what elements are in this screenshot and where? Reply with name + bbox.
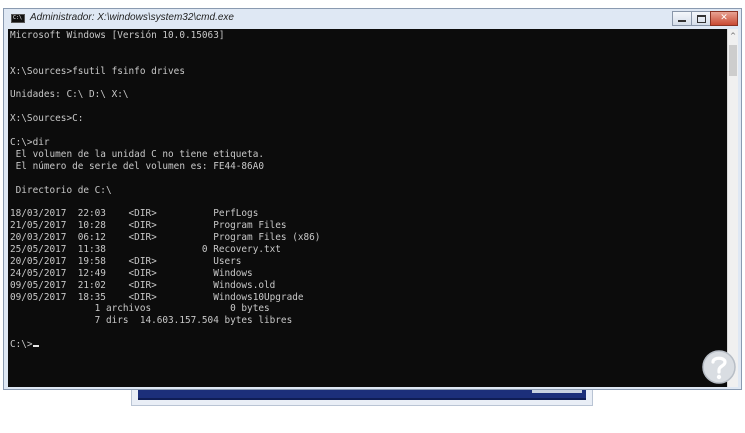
console-line: Microsoft Windows [Versión 10.0.15063] [10, 30, 225, 41]
console-line: 24/05/2017 12:49 <DIR> Windows [10, 267, 253, 279]
window-controls: ✕ [672, 11, 738, 26]
desktop: C:\ Administrador: X:\windows\system32\c… [0, 0, 745, 433]
text-cursor [32, 345, 39, 348]
console-line: El número de serie del volumen es: FE44-… [10, 160, 264, 172]
console-line: 20/03/2017 06:12 <DIR> Program Files (x8… [10, 232, 321, 244]
vertical-scrollbar[interactable]: ^ [727, 29, 738, 387]
window-title: Administrador: X:\windows\system32\cmd.e… [30, 12, 234, 23]
console-line: C:\>dir [10, 137, 50, 149]
watermark-logo-icon [702, 350, 736, 384]
minimize-icon [678, 20, 686, 22]
console-line: X:\Sources>C: [10, 113, 84, 125]
close-button[interactable]: ✕ [710, 11, 738, 26]
console-line: Directorio de C:\ [10, 184, 112, 196]
console-line: 09/05/2017 18:35 <DIR> Windows10Upgrade [10, 291, 304, 303]
console-line: 7 dirs 14.603.157.504 bytes libres [10, 315, 293, 327]
console-line: C:\> [10, 339, 727, 351]
cmd-icon[interactable]: C:\ [11, 14, 25, 23]
chevron-up-icon[interactable]: ^ [728, 29, 738, 44]
maximize-button[interactable] [691, 11, 711, 26]
cmd-window[interactable]: C:\ Administrador: X:\windows\system32\c… [3, 8, 742, 390]
close-icon: ✕ [720, 13, 728, 23]
console-line: El volumen de la unidad C no tiene etiqu… [10, 148, 264, 160]
console-line: Unidades: C:\ D:\ X:\ [10, 89, 129, 101]
console-output[interactable]: Microsoft Windows [Versión 10.0.15063] X:… [8, 29, 727, 387]
scrollbar-thumb[interactable] [729, 45, 737, 76]
title-bar[interactable]: C:\ Administrador: X:\windows\system32\c… [4, 9, 741, 29]
console-line: 18/03/2017 22:03 <DIR> PerfLogs [10, 208, 259, 220]
console-line: 20/05/2017 19:58 <DIR> Users [10, 255, 242, 267]
console-line: 25/05/2017 11:38 0 Recovery.txt [10, 244, 281, 256]
console-line: 1 archivos 0 bytes [10, 303, 270, 315]
console-text: Microsoft Windows [Versión 10.0.15063] X:… [8, 29, 727, 351]
console-line: X:\Sources>fsutil fsinfo drives [10, 65, 185, 77]
console-line: 09/05/2017 21:02 <DIR> Windows.old [10, 279, 276, 291]
maximize-icon [697, 15, 706, 23]
console-line: 21/05/2017 10:28 <DIR> Program Files [10, 220, 287, 232]
minimize-button[interactable] [672, 11, 692, 26]
